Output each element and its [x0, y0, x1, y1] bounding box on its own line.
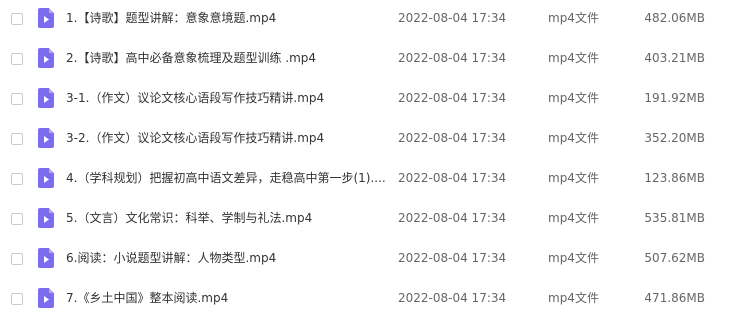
file-date: 2022-08-04 17:34: [398, 131, 507, 145]
row-checkbox[interactable]: [11, 293, 23, 305]
row-checkbox[interactable]: [11, 53, 23, 65]
file-type: mp4文件: [548, 91, 599, 105]
video-file-icon: [38, 128, 54, 148]
file-type: mp4文件: [548, 11, 599, 25]
file-name[interactable]: 6.阅读：小说题型讲解：人物类型.mp4: [66, 249, 386, 267]
row-checkbox[interactable]: [11, 93, 23, 105]
row-checkbox[interactable]: [11, 213, 23, 225]
file-list: 1.【诗歌】题型讲解：意象意境题.mp4 2022-08-04 17:34 mp…: [0, 0, 732, 325]
file-row[interactable]: 6.阅读：小说题型讲解：人物类型.mp4 2022-08-04 17:34 mp…: [0, 240, 732, 280]
video-file-icon: [38, 168, 54, 188]
video-file-icon: [38, 8, 54, 28]
file-name[interactable]: 2.【诗歌】高中必备意象梳理及题型训练 .mp4: [66, 49, 386, 67]
file-row[interactable]: 4.（学科规划）把握初高中语文差异，走稳高中第一步(1).... 2022-08…: [0, 160, 732, 200]
file-date: 2022-08-04 17:34: [398, 91, 507, 105]
file-size: 352.20MB: [644, 131, 705, 145]
row-checkbox[interactable]: [11, 253, 23, 265]
video-file-icon: [38, 288, 54, 308]
row-checkbox[interactable]: [11, 133, 23, 145]
file-size: 123.86MB: [644, 171, 705, 185]
row-checkbox[interactable]: [11, 173, 23, 185]
file-size: 191.92MB: [644, 91, 705, 105]
video-file-icon: [38, 248, 54, 268]
file-type: mp4文件: [548, 251, 599, 265]
file-name[interactable]: 1.【诗歌】题型讲解：意象意境题.mp4: [66, 9, 386, 27]
file-date: 2022-08-04 17:34: [398, 291, 507, 305]
video-file-icon: [38, 88, 54, 108]
file-date: 2022-08-04 17:34: [398, 211, 507, 225]
file-name[interactable]: 4.（学科规划）把握初高中语文差异，走稳高中第一步(1)....: [66, 169, 386, 187]
file-name[interactable]: 3-1.（作文）议论文核心语段写作技巧精讲.mp4: [66, 89, 386, 107]
file-row[interactable]: 3-1.（作文）议论文核心语段写作技巧精讲.mp4 2022-08-04 17:…: [0, 80, 732, 120]
file-size: 535.81MB: [644, 211, 705, 225]
file-size: 403.21MB: [644, 51, 705, 65]
file-type: mp4文件: [548, 211, 599, 225]
file-date: 2022-08-04 17:34: [398, 11, 507, 25]
file-type: mp4文件: [548, 51, 599, 65]
video-file-icon: [38, 48, 54, 68]
file-row[interactable]: 3-2.（作文）议论文核心语段写作技巧精讲.mp4 2022-08-04 17:…: [0, 120, 732, 160]
file-date: 2022-08-04 17:34: [398, 251, 507, 265]
file-size: 507.62MB: [644, 251, 705, 265]
file-date: 2022-08-04 17:34: [398, 51, 507, 65]
file-row[interactable]: 7.《乡土中国》整本阅读.mp4 2022-08-04 17:34 mp4文件 …: [0, 280, 732, 320]
file-row[interactable]: 1.【诗歌】题型讲解：意象意境题.mp4 2022-08-04 17:34 mp…: [0, 0, 732, 40]
row-checkbox[interactable]: [11, 13, 23, 25]
video-file-icon: [38, 208, 54, 228]
file-type: mp4文件: [548, 291, 599, 305]
file-name[interactable]: 5.（文言）文化常识：科举、学制与礼法.mp4: [66, 209, 386, 227]
file-type: mp4文件: [548, 131, 599, 145]
file-row[interactable]: 5.（文言）文化常识：科举、学制与礼法.mp4 2022-08-04 17:34…: [0, 200, 732, 240]
file-date: 2022-08-04 17:34: [398, 171, 507, 185]
file-name[interactable]: 3-2.（作文）议论文核心语段写作技巧精讲.mp4: [66, 129, 386, 147]
file-name[interactable]: 7.《乡土中国》整本阅读.mp4: [66, 289, 386, 307]
file-type: mp4文件: [548, 171, 599, 185]
file-row[interactable]: 2.【诗歌】高中必备意象梳理及题型训练 .mp4 2022-08-04 17:3…: [0, 40, 732, 80]
file-size: 471.86MB: [644, 291, 705, 305]
file-size: 482.06MB: [644, 11, 705, 25]
